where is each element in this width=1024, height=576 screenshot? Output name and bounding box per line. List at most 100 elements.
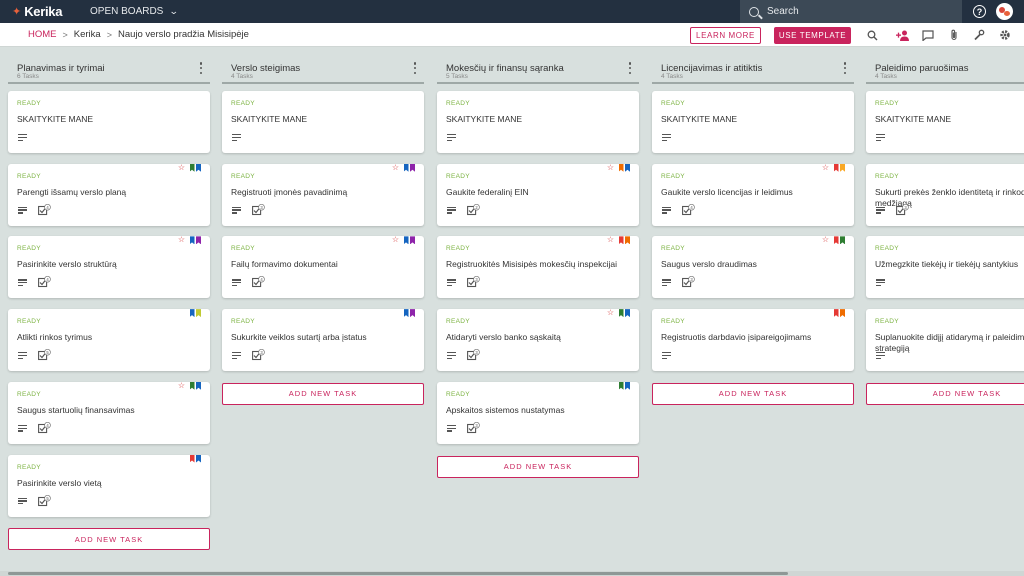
board-header: HOME > Kerika > Naujo verslo pradžia Mis… xyxy=(0,23,1024,47)
description-icon xyxy=(876,134,885,141)
task-card[interactable]: READY Gaukite federalinį EIN 2 ☆ xyxy=(437,163,639,226)
task-card[interactable]: READY Sukurti prekės ženklo identitetą ir… xyxy=(866,163,1024,226)
task-card[interactable]: READY SKAITYKITE MANE xyxy=(222,91,424,153)
more-vert-icon[interactable] xyxy=(842,62,848,74)
checklist-icon: 3 xyxy=(682,275,695,288)
task-status: READY xyxy=(875,172,899,180)
user-avatar[interactable] xyxy=(996,3,1013,20)
task-status: READY xyxy=(231,100,255,107)
description-icon xyxy=(18,497,27,505)
board-column: Paleidimo paruošimas 4 Tasks READY SKAITYKI… xyxy=(866,48,1024,405)
color-tag-icon xyxy=(625,381,630,390)
star-icon[interactable]: ☆ xyxy=(607,236,614,244)
task-card[interactable]: READY Registruotis darbdavio įsipareigoji… xyxy=(652,309,854,372)
task-card[interactable]: READY Užmegzkite tiekėjų ir tiekėjų santy… xyxy=(866,236,1024,299)
task-status: READY xyxy=(661,100,685,107)
task-status: READY xyxy=(231,172,255,180)
description-icon xyxy=(447,424,456,432)
task-card[interactable]: READY Sukurkite veiklos sutartį arba įsta… xyxy=(222,309,424,372)
color-tag-icon xyxy=(410,236,415,245)
checklist-icon: 3 xyxy=(467,421,480,433)
attachment-icon[interactable] xyxy=(946,27,962,43)
learn-more-button[interactable]: LEARN MORE xyxy=(690,27,761,44)
board-column: Verslo steigimas 4 Tasks READY SKAITYKITE M… xyxy=(222,48,424,405)
checklist-icon: 5 xyxy=(38,348,51,361)
more-vert-icon[interactable] xyxy=(198,62,204,74)
more-vert-icon[interactable] xyxy=(627,62,633,74)
scrollbar-thumb[interactable] xyxy=(8,572,788,575)
color-tag-icon xyxy=(618,236,624,245)
task-card[interactable]: READY Gaukite verslo licencijas ir leidim… xyxy=(652,163,854,226)
color-tag-icon xyxy=(196,236,201,245)
task-title: Užmegzkite tiekėjų ir tiekėjų santykius xyxy=(875,259,1019,270)
breadcrumb-board: Naujo verslo pradžia Misisipėje xyxy=(117,29,249,40)
task-card[interactable]: READY Suplanuokite didįjį atidarymą ir pa… xyxy=(866,309,1024,372)
task-card[interactable]: READY Apskaitos sistemos nustatymas 3 xyxy=(437,381,639,444)
task-title: Registruoti įmonės pavadinimą xyxy=(231,186,348,197)
task-status: READY xyxy=(875,318,899,326)
task-card[interactable]: READY Pasirinkite verslo struktūrą 4 ☆ xyxy=(8,236,210,299)
task-card[interactable]: READY Atlikti rinkos tyrimus 5 xyxy=(8,309,210,372)
star-icon[interactable]: ☆ xyxy=(178,381,185,390)
settings-gear-icon[interactable] xyxy=(997,27,1013,43)
color-tag-icon xyxy=(618,163,624,172)
search-box[interactable] xyxy=(740,0,962,23)
star-icon[interactable]: ☆ xyxy=(392,163,399,172)
breadcrumb-org[interactable]: Kerika xyxy=(74,29,101,40)
task-title: Pasirinkite verslo struktūrą xyxy=(17,259,117,270)
add-person-icon[interactable] xyxy=(895,27,911,43)
search-input[interactable] xyxy=(767,6,947,17)
checklist-icon: 3 xyxy=(467,275,480,288)
star-icon[interactable]: ☆ xyxy=(607,163,614,172)
star-icon[interactable]: ☆ xyxy=(178,163,185,172)
star-icon[interactable]: ☆ xyxy=(392,236,399,244)
task-card[interactable]: READY Saugus verslo draudimas 3 ☆ xyxy=(652,236,854,299)
color-tag-icon xyxy=(196,381,201,390)
task-card[interactable]: READY Parengti išsamų verslo planą 4 ☆ xyxy=(8,163,210,226)
task-card[interactable]: READY SKAITYKITE MANE xyxy=(652,91,854,153)
task-title: SKAITYKITE MANE xyxy=(446,114,523,124)
description-icon xyxy=(232,206,241,214)
task-card[interactable]: READY Atidaryti verslo banko sąskaitą 3 ☆ xyxy=(437,309,639,372)
task-status: READY xyxy=(231,245,255,253)
chat-icon[interactable] xyxy=(920,27,936,43)
task-title: Registruokitės Misisipės mokesčių inspek… xyxy=(446,259,618,270)
description-icon xyxy=(662,352,671,359)
task-title: SKAITYKITE MANE xyxy=(231,114,308,124)
column-header: Mokesčių ir finansų sąranka 5 Tasks xyxy=(437,48,639,84)
open-boards-menu[interactable]: OPEN BOARDS ⌄ xyxy=(90,6,179,17)
breadcrumb-home[interactable]: HOME xyxy=(28,29,57,40)
star-icon[interactable]: ☆ xyxy=(822,163,829,172)
task-title: Apskaitos sistemos nustatymas xyxy=(446,404,565,415)
add-new-task-button[interactable]: ADD NEW TASK xyxy=(437,455,639,478)
wrench-icon[interactable] xyxy=(971,27,987,43)
use-template-button[interactable]: USE TEMPLATE xyxy=(774,27,851,44)
task-card[interactable]: READY Registruokitės Misisipės mokesčių i… xyxy=(437,236,639,299)
kerika-logo[interactable]: ✦ Kerika xyxy=(12,4,78,19)
more-vert-icon[interactable] xyxy=(412,62,418,74)
card-tags: ☆ xyxy=(392,163,415,173)
logo-text: Kerika xyxy=(24,4,63,19)
star-icon[interactable]: ☆ xyxy=(822,236,829,244)
horizontal-scrollbar[interactable] xyxy=(0,571,1024,576)
description-icon xyxy=(18,279,27,287)
checklist-icon: 4 xyxy=(38,421,51,433)
add-new-task-button[interactable]: ADD NEW TASK xyxy=(652,382,854,405)
add-new-task-button[interactable]: ADD NEW TASK xyxy=(866,382,1024,405)
task-card[interactable]: READY SKAITYKITE MANE xyxy=(866,91,1024,153)
star-icon[interactable]: ☆ xyxy=(178,236,185,244)
add-new-task-button[interactable]: ADD NEW TASK xyxy=(8,528,210,551)
task-card[interactable]: READY SKAITYKITE MANE xyxy=(8,91,210,153)
task-card[interactable]: READY Pasirinkite verslo vietą 5 xyxy=(8,454,210,517)
help-icon[interactable]: ? xyxy=(973,5,986,18)
task-card[interactable]: READY Registruoti įmonės pavadinimą 3 ☆ xyxy=(222,163,424,226)
task-status: READY xyxy=(17,463,41,471)
board-search-icon[interactable] xyxy=(864,27,880,43)
task-card[interactable]: READY Saugus startuolių finansavimas 4 ☆ xyxy=(8,381,210,444)
task-card[interactable]: READY Failų formavimo dokumentai 4 ☆ xyxy=(222,236,424,299)
color-tag-icon xyxy=(840,163,845,172)
star-icon[interactable]: ☆ xyxy=(607,309,614,317)
color-tag-icon xyxy=(196,309,201,318)
add-new-task-button[interactable]: ADD NEW TASK xyxy=(222,382,424,405)
task-card[interactable]: READY SKAITYKITE MANE xyxy=(437,91,639,153)
